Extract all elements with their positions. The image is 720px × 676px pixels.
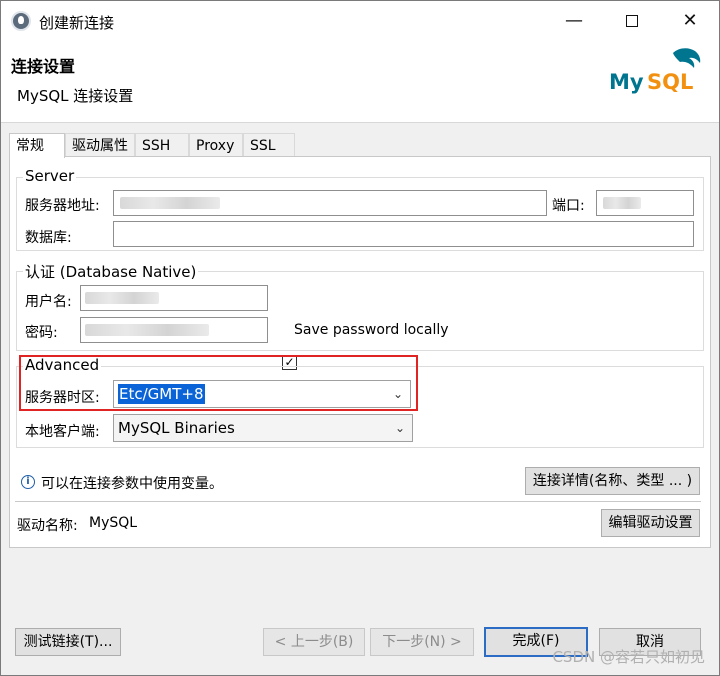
client-select[interactable]: MySQL Binaries ⌄ — [113, 414, 413, 442]
minimize-icon: — — [565, 10, 583, 31]
test-connection-button[interactable]: 测试链接(T)... — [15, 628, 121, 656]
maximize-icon — [626, 15, 638, 27]
dialog-header: 连接设置 MySQL 连接设置 My SQL — [1, 41, 719, 123]
dbeaver-icon — [11, 11, 31, 31]
tab-label: SSH — [142, 138, 171, 154]
info-text: 可以在连接参数中使用变量。 — [41, 476, 223, 492]
save-password-label[interactable]: Save password locally — [294, 322, 449, 338]
watermark: CSDN @容若只如初见 — [552, 648, 705, 666]
divider — [15, 501, 701, 502]
tab-label: Proxy — [196, 138, 235, 154]
dialog-window: 创建新连接 — ✕ 连接设置 MySQL 连接设置 My SQL 常规 驱动属性… — [0, 0, 720, 676]
database-label: 数据库: — [25, 230, 72, 246]
tab-label: 驱动属性 — [72, 138, 128, 154]
svg-text:My: My — [609, 70, 644, 94]
redacted-value — [85, 324, 209, 336]
next-button[interactable]: 下一步(N) > — [370, 628, 474, 656]
edit-driver-button[interactable]: 编辑驱动设置 — [601, 509, 700, 537]
password-label: 密码: — [25, 325, 58, 341]
database-input[interactable] — [113, 221, 694, 247]
back-button[interactable]: < 上一步(B) — [263, 628, 365, 656]
title-bar: 创建新连接 — ✕ — [1, 1, 719, 41]
user-input[interactable] — [80, 285, 268, 311]
chevron-down-icon: ⌄ — [394, 421, 405, 435]
dialog-body: 常规 驱动属性 SSH Proxy SSL Server 服务器地址: 端口: … — [1, 123, 719, 675]
driver-name-value: MySQL — [89, 515, 138, 531]
page-title: 连接设置 — [11, 57, 76, 76]
group-title: Server — [23, 167, 77, 185]
mysql-logo: My SQL — [609, 48, 701, 94]
redacted-value — [85, 292, 159, 304]
tab-proxy[interactable]: Proxy — [189, 133, 243, 157]
driver-name-label: 驱动名称: — [17, 518, 78, 534]
port-input[interactable] — [596, 190, 694, 216]
redacted-value — [120, 197, 220, 209]
tab-general[interactable]: 常规 — [9, 133, 65, 158]
minimize-button[interactable]: — — [545, 1, 603, 41]
user-label: 用户名: — [25, 294, 72, 310]
connection-details-button[interactable]: 连接详情(名称、类型 ... ) — [525, 467, 700, 495]
svg-text:SQL: SQL — [647, 70, 693, 94]
host-label: 服务器地址: — [25, 198, 100, 214]
page-subtitle: MySQL 连接设置 — [17, 87, 134, 105]
close-icon: ✕ — [682, 10, 698, 31]
maximize-button[interactable] — [603, 1, 661, 41]
tab-driver-properties[interactable]: 驱动属性 — [65, 133, 135, 157]
client-label: 本地客户端: — [25, 424, 100, 440]
group-title: 认证 (Database Native) — [23, 261, 199, 282]
annotation-highlight-box — [19, 355, 418, 411]
client-value: MySQL Binaries — [118, 419, 235, 437]
tab-label: SSL — [250, 138, 276, 154]
tab-ssh[interactable]: SSH — [135, 133, 189, 157]
port-label: 端口: — [552, 198, 585, 214]
tab-label: 常规 — [16, 138, 44, 154]
password-input[interactable] — [80, 317, 268, 343]
tab-ssl[interactable]: SSL — [243, 133, 295, 157]
close-button[interactable]: ✕ — [661, 1, 719, 41]
host-input[interactable] — [113, 190, 547, 216]
redacted-value — [603, 197, 641, 209]
window-title: 创建新连接 — [39, 14, 115, 32]
info-icon: i — [21, 475, 35, 489]
